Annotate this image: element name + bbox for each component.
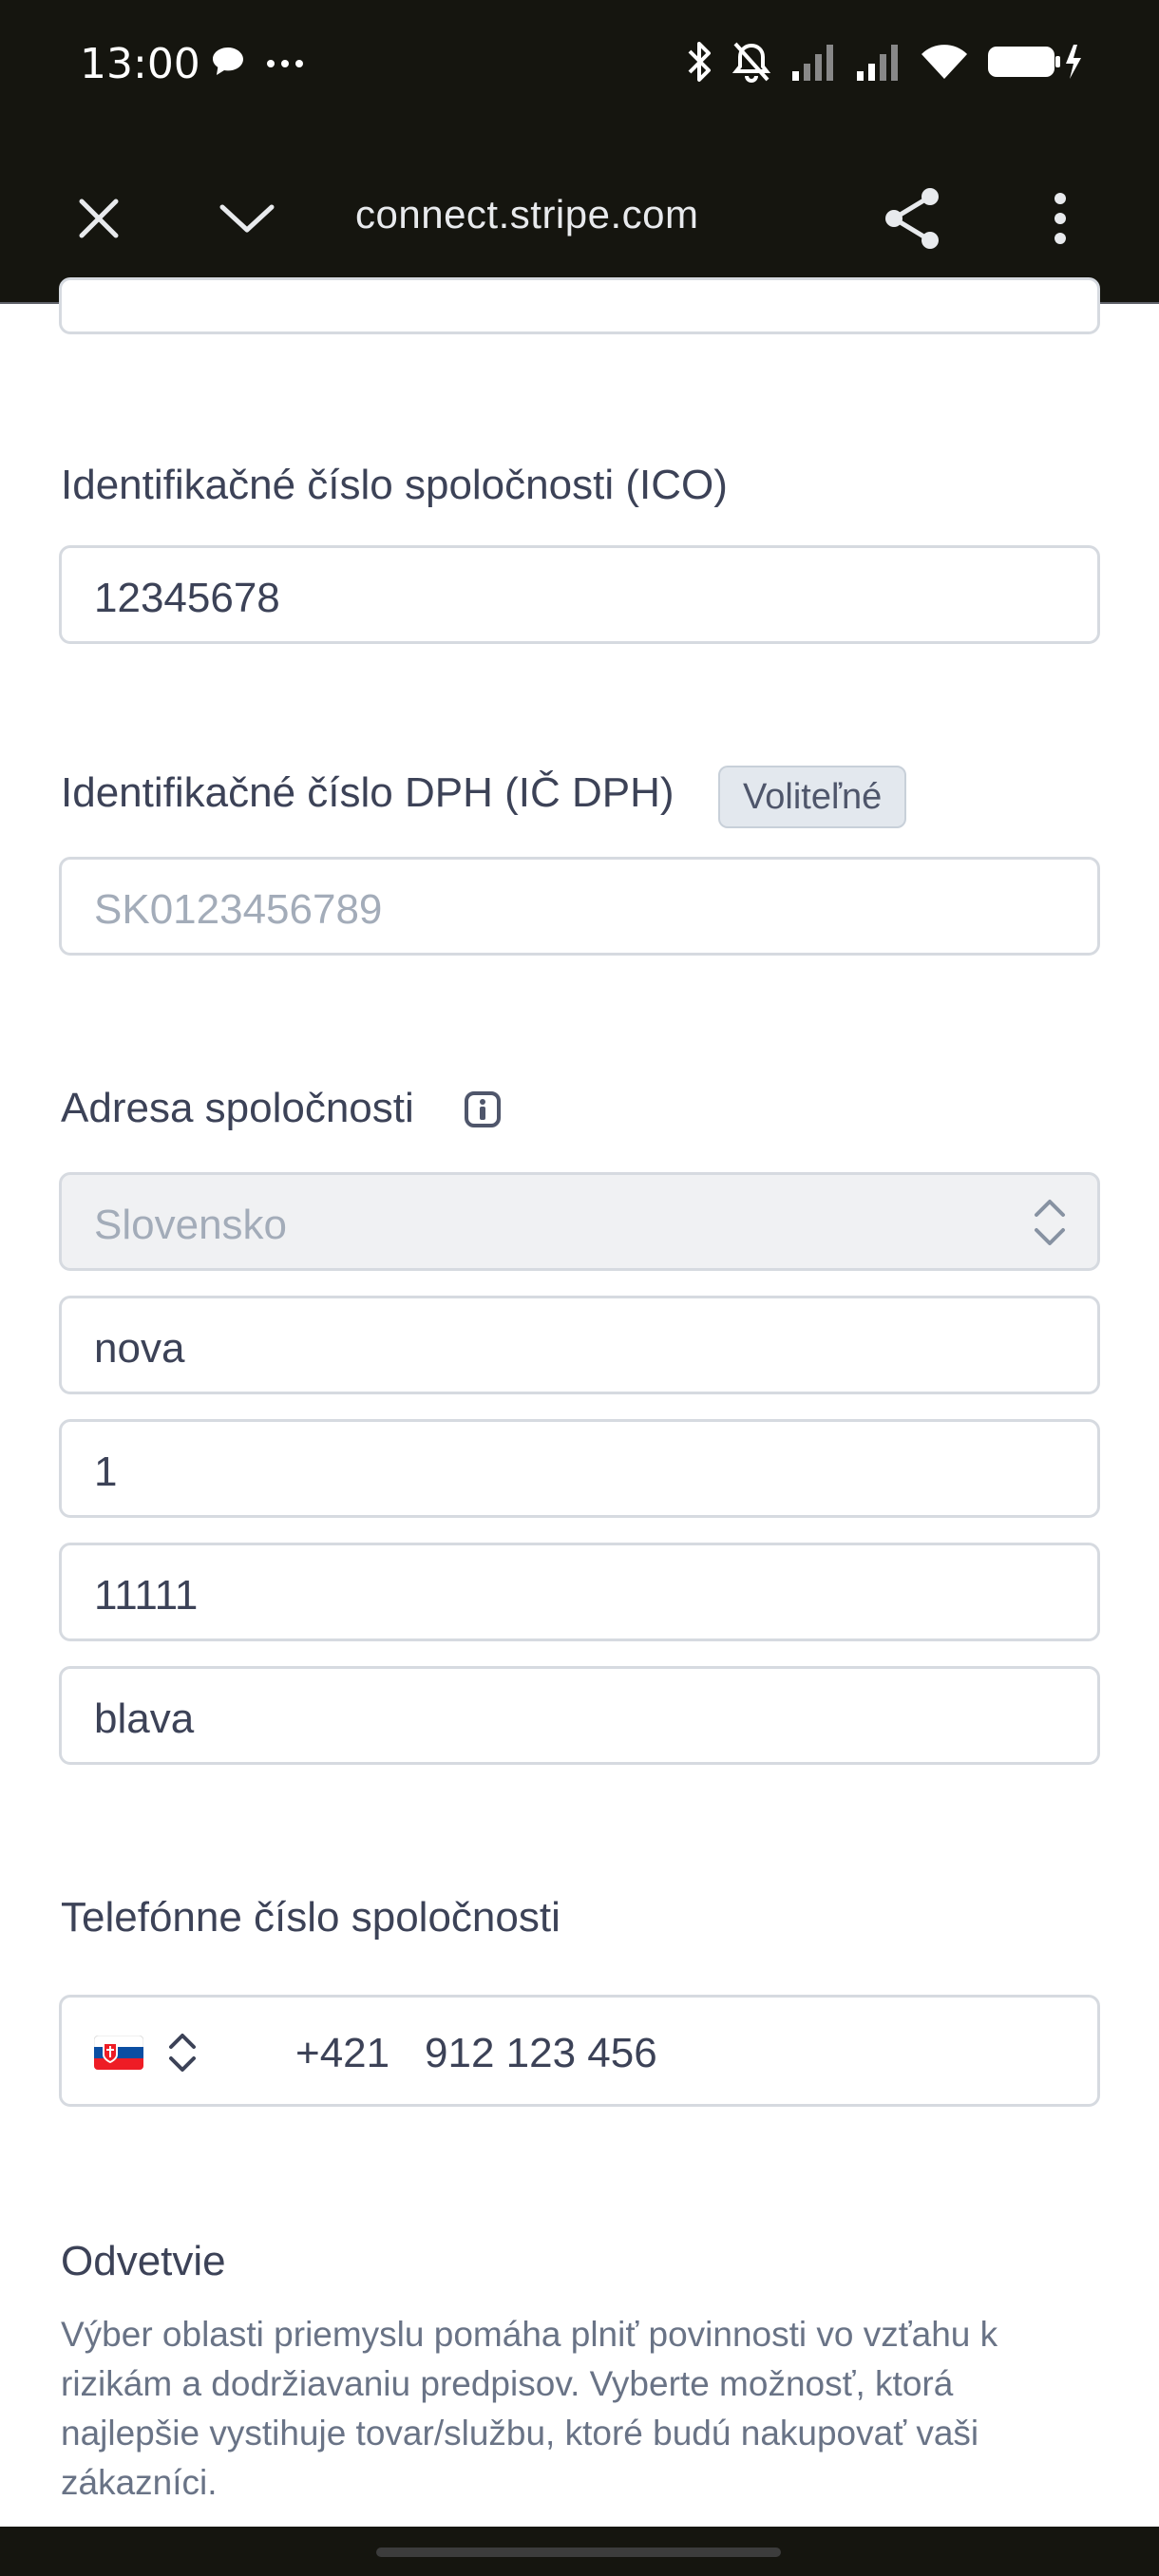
vat-label: Identifikačné číslo DPH (IČ DPH) — [61, 769, 674, 816]
bell-off-icon — [730, 40, 773, 88]
vat-placeholder: SK0123456789 — [94, 886, 383, 933]
city-input[interactable]: blava — [59, 1666, 1100, 1765]
vat-input[interactable]: SK0123456789 — [59, 857, 1100, 956]
ico-value: 12345678 — [94, 575, 280, 621]
select-arrows-icon — [1031, 1196, 1069, 1254]
phone-label: Telefónne číslo spoločnosti — [61, 1894, 560, 1941]
phone-input[interactable]: +421 912 123 456 — [59, 1995, 1100, 2107]
address-label: Adresa spoločnosti — [61, 1085, 414, 1131]
ico-input[interactable]: 12345678 — [59, 545, 1100, 644]
phone-number-value: 912 123 456 — [425, 2030, 657, 2076]
optional-badge: Voliteľné — [718, 766, 907, 828]
signal-icon — [790, 43, 838, 85]
street-value: nova — [94, 1325, 185, 1372]
battery-charging-icon — [986, 43, 1083, 85]
more-dots-icon — [266, 56, 304, 73]
chat-bubble-icon — [211, 46, 245, 83]
industry-label: Odvetvie — [61, 2238, 226, 2284]
signal-icon — [855, 43, 902, 85]
share-icon[interactable] — [874, 180, 950, 256]
wifi-icon — [920, 43, 969, 85]
ico-label: Identifikačné číslo spoločnosti (ICO) — [61, 462, 728, 508]
info-icon[interactable] — [464, 1090, 502, 1133]
status-bar: 13:00 — [0, 0, 1159, 123]
country-code-arrows-icon[interactable] — [166, 2030, 199, 2080]
postal-code-input[interactable]: 11111 — [59, 1543, 1100, 1641]
home-indicator[interactable] — [376, 2548, 781, 2557]
house-number-value: 1 — [94, 1449, 118, 1495]
close-icon[interactable] — [61, 180, 137, 256]
country-value: Slovensko — [94, 1202, 288, 1248]
city-value: blava — [94, 1695, 195, 1742]
postal-code-value: 11111 — [94, 1572, 199, 1619]
bluetooth-icon — [686, 40, 712, 88]
house-number-input[interactable]: 1 — [59, 1419, 1100, 1518]
system-navigation-bar — [0, 2527, 1159, 2576]
chevron-down-icon[interactable] — [209, 180, 285, 256]
country-code: +421 — [295, 2030, 390, 2076]
slovakia-flag-icon[interactable] — [93, 2035, 144, 2074]
industry-helper-text: Výber oblasti priemyslu pomáha plniť pov… — [61, 2315, 998, 2502]
street-input[interactable]: nova — [59, 1296, 1100, 1394]
country-select[interactable]: Slovensko — [59, 1172, 1100, 1271]
more-vertical-icon[interactable] — [1022, 180, 1098, 256]
url-display[interactable]: connect.stripe.com — [355, 192, 699, 237]
previous-field-input[interactable] — [59, 277, 1100, 334]
status-time: 13:00 — [80, 40, 200, 88]
